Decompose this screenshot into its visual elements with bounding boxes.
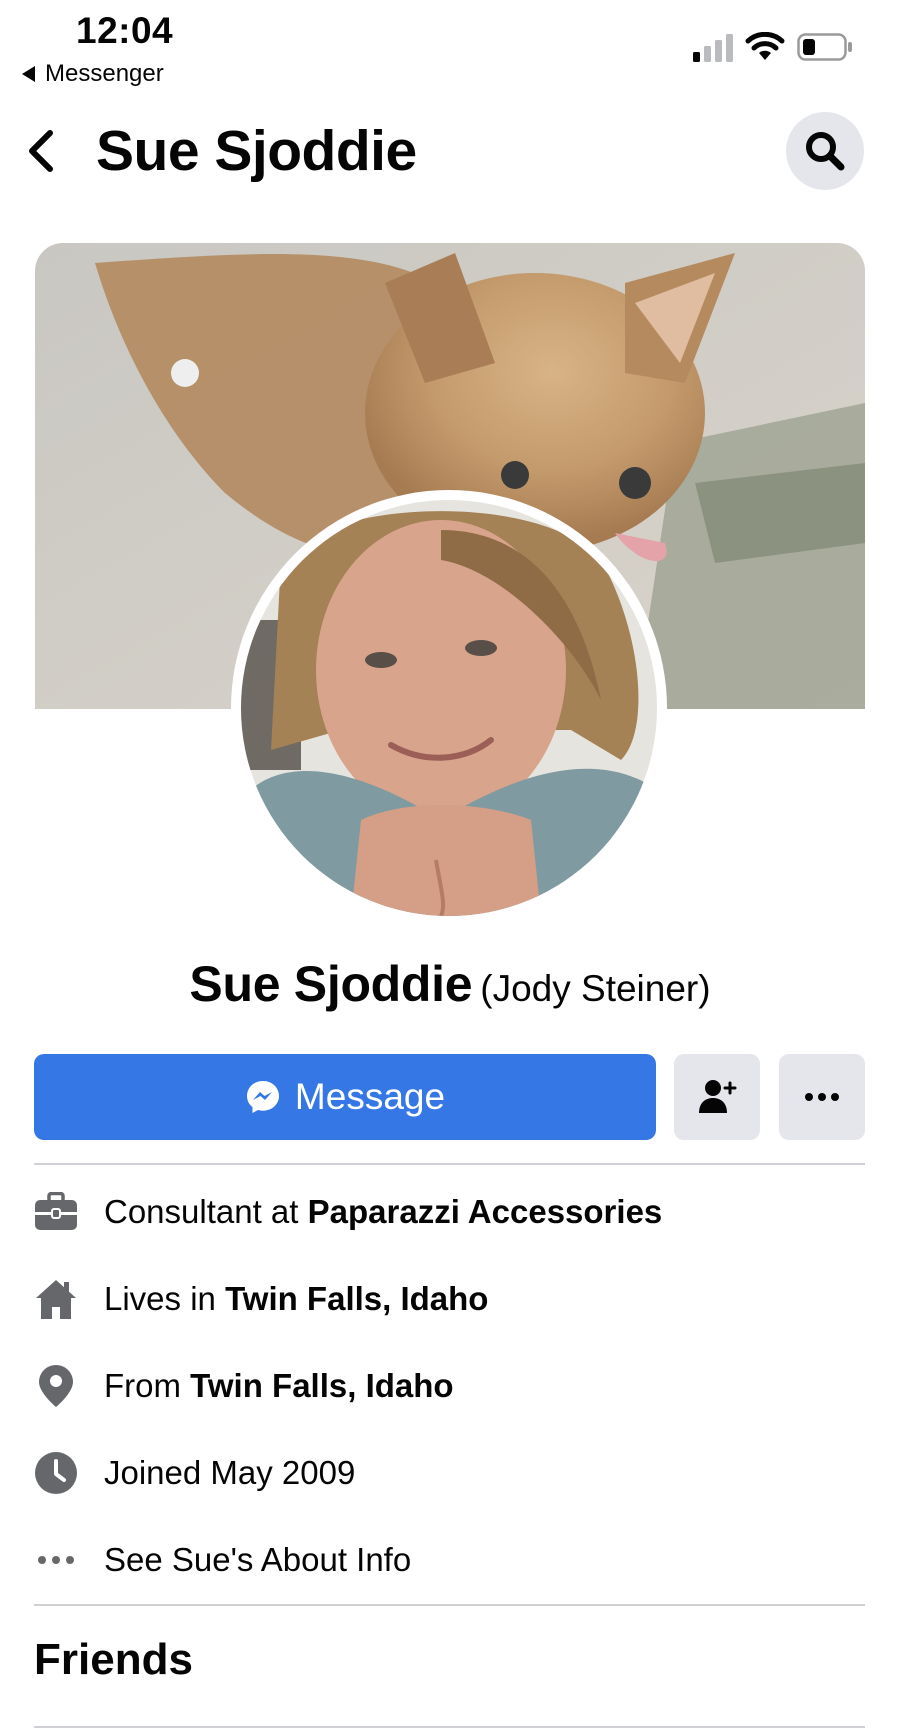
messenger-icon (246, 1081, 279, 1113)
more-dots-icon (34, 1538, 78, 1582)
add-friend-icon (699, 1080, 737, 1113)
intro-lives-location[interactable]: Twin Falls, Idaho (225, 1280, 488, 1317)
back-triangle-icon (22, 66, 35, 82)
wifi-icon (745, 32, 785, 60)
intro-work-employer[interactable]: Paparazzi Accessories (308, 1193, 663, 1230)
intro-work-text: Consultant at Paparazzi Accessories (104, 1193, 662, 1231)
profile-picture-image (241, 500, 657, 916)
back-arrow-icon[interactable] (20, 128, 60, 174)
message-button[interactable]: Message (34, 1054, 656, 1140)
message-button-label: Message (294, 1076, 446, 1117)
back-to-messenger-link[interactable]: Messenger (22, 60, 164, 88)
intro-from-text: From Twin Falls, Idaho (104, 1367, 454, 1405)
intro-joined-row: Joined May 2009 (34, 1443, 355, 1503)
intro-from-prefix: From (104, 1367, 191, 1404)
briefcase-icon (34, 1190, 78, 1234)
divider (34, 1163, 865, 1165)
intro-lives-text: Lives in Twin Falls, Idaho (104, 1280, 488, 1318)
profile-name-block: Sue Sjoddie (Jody Steiner) (0, 955, 900, 1013)
back-app-label: Messenger (45, 60, 164, 87)
intro-joined-text: Joined May 2009 (104, 1454, 356, 1491)
profile-picture[interactable] (241, 500, 657, 916)
page-title: Sue Sjoddie (96, 119, 417, 183)
location-pin-icon (34, 1364, 78, 1408)
intro-lives-row: Lives in Twin Falls, Idaho (34, 1269, 488, 1329)
intro-from-location[interactable]: Twin Falls, Idaho (190, 1367, 453, 1404)
home-icon (34, 1277, 78, 1321)
cellular-signal-icon (693, 34, 733, 62)
add-friend-button[interactable] (674, 1054, 760, 1140)
battery-icon (797, 33, 852, 61)
search-button[interactable] (786, 112, 864, 190)
intro-work-row: Consultant at Paparazzi Accessories (34, 1182, 662, 1242)
intro-from-row: From Twin Falls, Idaho (34, 1356, 454, 1416)
profile-name: Sue Sjoddie (189, 956, 473, 1012)
profile-alternate-name: (Jody Steiner) (480, 968, 711, 1009)
see-about-info-text: See Sue's About Info (104, 1541, 412, 1578)
more-dots-icon (805, 1093, 839, 1101)
clock-icon (34, 1451, 78, 1495)
divider (34, 1604, 865, 1606)
divider (34, 1726, 865, 1728)
see-about-info-row[interactable]: See Sue's About Info (34, 1530, 411, 1590)
more-options-button[interactable] (779, 1054, 865, 1140)
search-icon (806, 132, 845, 171)
intro-work-prefix: Consultant at (104, 1193, 308, 1230)
friends-section-title: Friends (34, 1635, 193, 1684)
intro-lives-prefix: Lives in (104, 1280, 226, 1317)
status-time: 12:04 (76, 10, 174, 51)
